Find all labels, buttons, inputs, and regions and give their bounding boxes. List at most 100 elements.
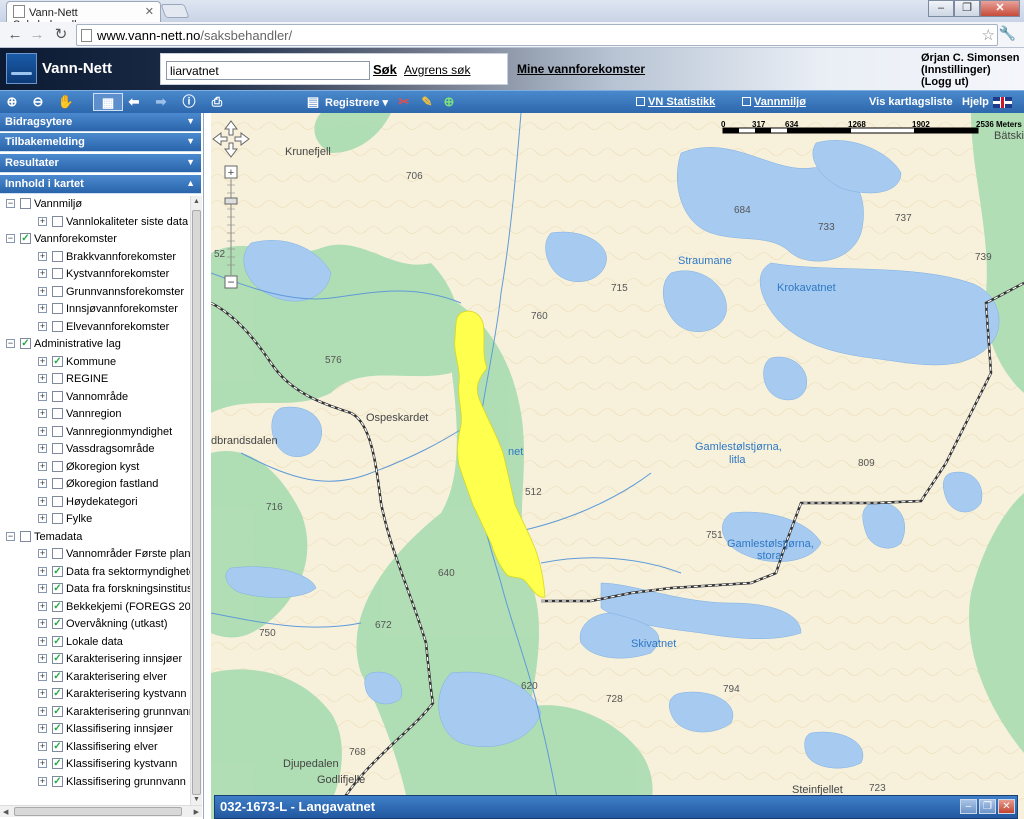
scroll-thumb[interactable] xyxy=(192,210,201,795)
layer-checkbox[interactable]: ✓ xyxy=(20,338,31,349)
layer-item[interactable]: + Kystvannforekomster xyxy=(0,266,190,284)
layer-item[interactable]: + Brakkvannforekomster xyxy=(0,249,190,267)
search-button[interactable]: Søk xyxy=(373,62,397,77)
collapse-icon[interactable]: − xyxy=(6,339,15,348)
layer-item[interactable]: + Vannregion xyxy=(0,406,190,424)
expand-icon[interactable]: + xyxy=(38,689,47,698)
layer-checkbox[interactable]: ✓ xyxy=(52,653,63,664)
zoom-in-icon[interactable]: ⊕ xyxy=(3,93,21,111)
logout-link[interactable]: (Logg ut) xyxy=(921,76,1019,88)
layer-checkbox[interactable] xyxy=(20,530,31,542)
minimize-icon[interactable]: – xyxy=(928,0,954,17)
layer-item[interactable]: + Vassdragsområde xyxy=(0,441,190,459)
pan-hand-icon[interactable]: ✋ xyxy=(57,93,75,111)
expand-icon[interactable]: + xyxy=(38,496,47,506)
tab-close-icon[interactable]: ✕ xyxy=(145,5,154,18)
window-close-icon[interactable]: ✕ xyxy=(980,0,1020,17)
panel-bidragsytere[interactable]: Bidragsytere ▼ xyxy=(0,113,201,132)
expand-icon[interactable]: + xyxy=(38,601,47,611)
layer-checkbox[interactable]: ✓ xyxy=(52,688,63,699)
expand-icon[interactable]: + xyxy=(38,619,47,628)
help-link[interactable]: Hjelp xyxy=(962,96,989,108)
expand-icon[interactable]: + xyxy=(38,251,47,261)
layer-checkbox[interactable] xyxy=(52,250,63,262)
layer-item[interactable]: + ✓ Karakterisering innsjøer xyxy=(0,651,190,669)
layer-checkbox[interactable] xyxy=(52,460,63,472)
layer-item[interactable]: + Vannområder Første planfa xyxy=(0,546,190,564)
layer-item[interactable]: + ✓ Klassifisering grunnvann xyxy=(0,774,190,792)
scroll-right-icon[interactable]: ▶ xyxy=(194,808,199,816)
layer-item[interactable]: + ✓ Data fra sektormyndighete xyxy=(0,564,190,582)
layer-item[interactable]: + Fylke xyxy=(0,511,190,529)
settings-link[interactable]: (Innstillinger) xyxy=(921,64,1019,76)
expand-icon[interactable]: + xyxy=(38,671,47,681)
expand-icon[interactable]: + xyxy=(38,461,47,471)
layer-item[interactable]: + Vannlokaliteter siste data xyxy=(0,214,190,232)
layer-checkbox[interactable] xyxy=(52,320,63,332)
select-tool-icon[interactable]: ▦ xyxy=(93,93,123,111)
expand-icon[interactable]: + xyxy=(38,409,47,418)
layer-item[interactable]: + ✓ Bekkekjemi (FOREGS 2008 xyxy=(0,599,190,617)
layer-item[interactable]: + Grunnvannsforekomster xyxy=(0,284,190,302)
show-layers-link[interactable]: Vis kartlagsliste xyxy=(869,96,953,108)
layer-item[interactable]: + Økoregion fastland xyxy=(0,476,190,494)
map-canvas[interactable]: + − 0 317 634 1268 1902 2536 Meters Krun… xyxy=(211,113,1024,819)
layer-checkbox[interactable]: ✓ xyxy=(52,600,63,612)
measure-icon[interactable]: ✂ xyxy=(395,93,413,111)
vn-statistics-link[interactable]: VN Statistikk xyxy=(636,96,715,108)
expand-icon[interactable]: + xyxy=(38,654,47,663)
browser-tab[interactable]: Vann-Nett Saksbehandler ✕ xyxy=(6,1,161,31)
layer-item[interactable]: + ✓ Kommune xyxy=(0,354,190,372)
panel-restore-icon[interactable]: ❐ xyxy=(979,799,996,814)
bookmark-star-icon[interactable]: ☆ xyxy=(982,26,995,44)
layer-item[interactable]: + Elvevannforekomster xyxy=(0,319,190,337)
print-icon[interactable]: ⎙ xyxy=(208,93,226,111)
wrench-icon[interactable]: 🔧 xyxy=(999,25,1016,42)
layer-item[interactable]: + ✓ Klassifisering elver xyxy=(0,739,190,757)
draw-pencil-icon[interactable]: ✎ xyxy=(418,93,436,111)
expand-icon[interactable]: + xyxy=(38,426,47,436)
register-menu[interactable]: Registrere ▾ xyxy=(325,96,388,109)
layer-checkbox[interactable] xyxy=(52,303,63,314)
layer-checkbox[interactable] xyxy=(52,495,63,507)
search-input[interactable] xyxy=(166,61,370,80)
zoom-out-icon[interactable]: ⊖ xyxy=(29,93,47,111)
vertical-scrollbar[interactable]: ▲ ▼ xyxy=(190,196,202,805)
layer-checkbox[interactable]: ✓ xyxy=(52,618,63,629)
url-field[interactable]: www.vann-nett.no/saksbehandler/ ☆ xyxy=(76,24,998,46)
expand-icon[interactable]: + xyxy=(38,269,47,278)
layer-item[interactable]: + Vannområde xyxy=(0,389,190,407)
panel-minimize-icon[interactable]: – xyxy=(960,799,977,814)
scroll-down-icon[interactable]: ▼ xyxy=(193,796,200,803)
scroll-left-icon[interactable]: ◀ xyxy=(3,808,8,816)
expand-icon[interactable]: + xyxy=(38,216,47,226)
register-icon[interactable]: ▤ xyxy=(304,93,322,111)
layer-item[interactable]: + ✓ Lokale data xyxy=(0,634,190,652)
forward-icon[interactable]: → xyxy=(28,26,46,44)
layer-item[interactable]: + ✓ Karakterisering elver xyxy=(0,669,190,687)
layer-checkbox[interactable]: ✓ xyxy=(52,670,63,682)
refine-search-link[interactable]: Avgrens søk xyxy=(404,63,470,77)
layer-item[interactable]: + ✓ Overvåkning (utkast) xyxy=(0,616,190,634)
layer-checkbox[interactable]: ✓ xyxy=(20,233,31,244)
layer-checkbox[interactable]: ✓ xyxy=(52,635,63,647)
layer-checkbox[interactable] xyxy=(52,373,63,384)
expand-icon[interactable]: + xyxy=(38,391,47,401)
layer-item[interactable]: + Økoregion kyst xyxy=(0,459,190,477)
previous-extent-icon[interactable]: ⬅ xyxy=(125,93,143,111)
expand-icon[interactable]: + xyxy=(38,321,47,331)
layer-item[interactable]: + ✓ Klassifisering kystvann xyxy=(0,756,190,774)
expand-icon[interactable]: + xyxy=(38,514,47,523)
expand-icon[interactable]: + xyxy=(38,374,47,383)
add-user-icon[interactable]: ⊕ xyxy=(440,93,458,111)
layer-item[interactable]: + ✓ Karakterisering grunnvann xyxy=(0,704,190,722)
expand-icon[interactable]: + xyxy=(38,479,47,488)
expand-icon[interactable]: + xyxy=(38,776,47,786)
my-waterbodies-link[interactable]: Mine vannforekomster xyxy=(517,62,645,76)
expand-icon[interactable]: + xyxy=(38,584,47,593)
layer-checkbox[interactable] xyxy=(52,390,63,402)
layer-group[interactable]: − ✓ Administrative lag xyxy=(0,336,190,354)
layer-item[interactable]: + ✓ Klassifisering innsjøer xyxy=(0,721,190,739)
layer-checkbox[interactable] xyxy=(52,408,63,419)
layer-item[interactable]: + ✓ Data fra forskningsinstitusj xyxy=(0,581,190,599)
